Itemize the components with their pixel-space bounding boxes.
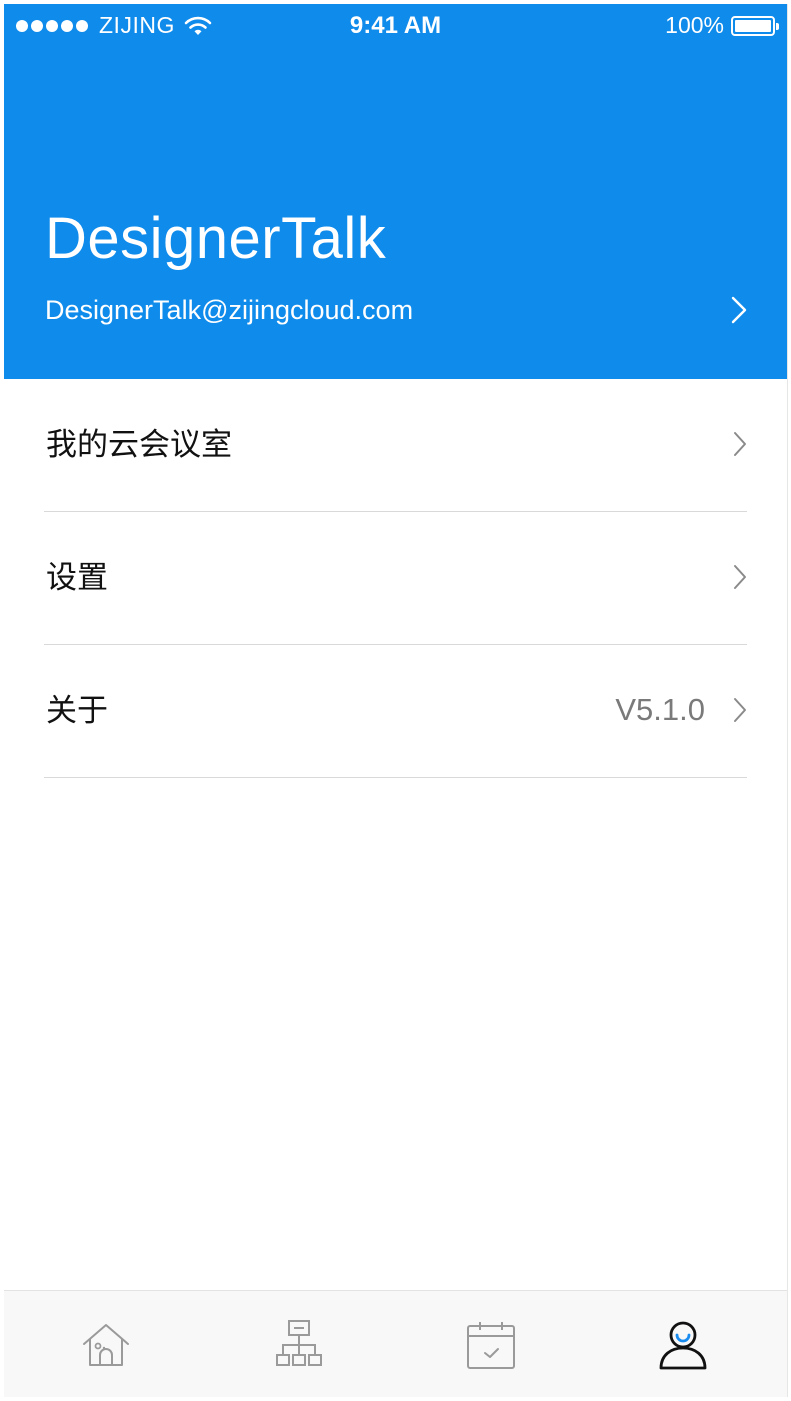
menu-item-about[interactable]: 关于 V5.1.0 xyxy=(44,645,747,778)
chevron-right-icon xyxy=(734,698,746,722)
tab-profile[interactable] xyxy=(655,1317,711,1373)
organization-icon xyxy=(276,1320,322,1366)
menu-item-settings[interactable]: 设置 xyxy=(44,512,747,645)
battery-percent: 100% xyxy=(665,12,724,38)
menu-item-label: 我的云会议室 xyxy=(46,427,232,463)
menu-item-my-cloud-room[interactable]: 我的云会议室 xyxy=(44,379,747,512)
profile-header[interactable]: ZIJING 9:41 AM 100% DesignerTalk Designe… xyxy=(4,4,787,379)
app-version: V5.1.0 xyxy=(615,692,705,727)
profile-name: DesignerTalk xyxy=(45,206,387,271)
profile-email: DesignerTalk@zijingcloud.com xyxy=(45,295,414,325)
status-right: 100% xyxy=(665,12,779,39)
menu-item-label: 设置 xyxy=(46,560,108,596)
settings-menu: 我的云会议室 设置 关于 V5.1.0 xyxy=(4,379,787,778)
tab-calendar[interactable] xyxy=(463,1317,519,1373)
chevron-right-icon xyxy=(734,432,746,456)
calendar-icon xyxy=(467,1322,515,1369)
menu-item-label: 关于 xyxy=(46,693,108,729)
tab-bar xyxy=(4,1290,787,1397)
chevron-right-icon xyxy=(734,565,746,589)
battery-icon xyxy=(731,15,779,36)
app-screen: ZIJING 9:41 AM 100% DesignerTalk Designe… xyxy=(4,4,788,1397)
tab-home[interactable] xyxy=(78,1317,134,1373)
profile-icon xyxy=(659,1321,707,1370)
home-icon xyxy=(83,1324,129,1366)
chevron-right-icon[interactable] xyxy=(731,296,747,324)
tab-organization[interactable] xyxy=(271,1317,327,1373)
status-bar: ZIJING 9:41 AM 100% xyxy=(4,4,787,48)
